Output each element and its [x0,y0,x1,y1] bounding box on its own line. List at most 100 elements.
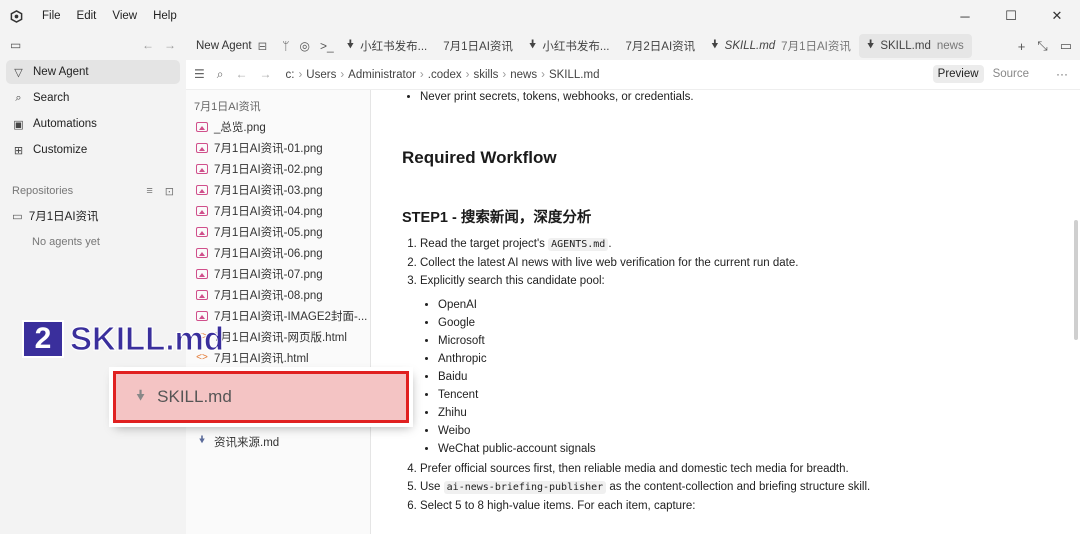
tab-label: 小红书发布... [360,41,428,53]
pool-item: Tencent [438,386,1080,404]
markdown-file-icon: 🠟 [198,435,206,446]
branch-icon[interactable]: ᛘ [277,39,294,53]
breadcrumb-item[interactable]: news [510,69,537,81]
bullet-item: Never print secrets, tokens, webhooks, o… [420,90,1080,106]
sidebar-item-search[interactable]: ⌕ Search [6,86,180,110]
tab-july1-news[interactable]: 7月1日AI资讯 [435,34,521,58]
tab-label: 7月2日AI资讯 [625,41,696,53]
search-icon: ⌕ [15,91,22,104]
file-item[interactable]: 7月1日AI资讯-02.png [186,158,370,179]
pool-item: Weibo [438,422,1080,440]
search-icon[interactable]: ⌕ [217,67,224,82]
source-toggle[interactable]: Source [988,65,1034,83]
tab-label: SKILL.md [880,40,931,52]
step-item: Explicitly search this candidate pool: [420,272,1080,290]
tab-bar: New Agent ⊟ ᛘ ◎ >_ 🠟 小红书发布... 7月1日AI资讯 🠟… [186,32,1080,60]
tab-skill-md-news[interactable]: 🠟 SKILL.md news [858,34,972,58]
collapse-icon[interactable]: ⤡ [1037,38,1047,54]
file-item[interactable]: 7月1日AI资讯-08.png [186,284,370,305]
pool-item: OpenAI [438,296,1080,314]
list-icon[interactable]: ☰ [194,67,205,82]
file-item[interactable]: 🠟 资讯来源.md [186,431,370,452]
download-icon: 🠟 [711,38,719,51]
annotation-highlight-box: 🠟 SKILL.md [113,371,409,423]
file-item[interactable]: 7月1日AI资讯-06.png [186,242,370,263]
add-tab-icon[interactable]: + [1018,39,1026,54]
breadcrumb-item[interactable]: c: [286,69,295,81]
maximize-button[interactable]: ☐ [988,0,1034,32]
file-name: 7月1日AI资讯-IMAGE2封面-... [214,310,368,323]
heading-step1: STEP1 - 搜索新闻，深度分析 [402,210,592,226]
terminal-icon[interactable]: >_ [315,39,339,53]
heading-required-workflow: Required Workflow [402,148,557,167]
file-item[interactable]: _总览.png [186,116,370,137]
no-agents-text: No agents yet [32,236,100,248]
tab-label: SKILL.md [724,40,776,52]
breadcrumb: c: › Users › Administrator › .codex › skills… [285,68,600,81]
file-name: 7月1日AI资讯-网页版.html [214,331,347,344]
preview-toggle[interactable]: Preview [932,65,984,83]
menu-help[interactable]: Help [145,0,185,32]
file-item[interactable]: 7月1日AI资讯-07.png [186,263,370,284]
file-item[interactable]: 7月1日AI资讯-01.png [186,137,370,158]
breadcrumb-item[interactable]: skills [474,69,499,81]
step-item: Prefer official sources first, then reli… [420,460,1080,478]
back-arrow-icon[interactable]: ← [142,38,154,52]
save-icon[interactable]: ⊟ [258,39,268,53]
tab-xiaohongshu-1[interactable]: 🠟 小红书发布... [339,34,436,58]
download-icon: 🠟 [136,387,146,403]
file-item[interactable]: 7月1日AI资讯-04.png [186,200,370,221]
file-name: 7月1日AI资讯.html [214,352,309,365]
globe-icon[interactable]: ◎ [294,39,314,53]
agent-icon: ▽ [14,66,23,79]
filter-icon[interactable]: ≡ [146,185,152,198]
file-name: 7月1日AI资讯-04.png [214,205,323,218]
breadcrumb-item[interactable]: Users [306,69,336,81]
new-agent-tab[interactable]: New Agent ⊟ [186,39,277,53]
forward-arrow-icon[interactable]: → [260,67,272,82]
pool-item: Anthropic [438,350,1080,368]
annotation-number: 2 [22,320,64,358]
more-options-icon[interactable]: ··· [1056,67,1068,81]
file-name: 资讯来源.md [214,436,280,449]
image-file-icon [196,205,208,216]
menu-view[interactable]: View [104,0,145,32]
file-name: _总览.png [214,121,266,134]
close-button[interactable]: ✕ [1034,0,1080,32]
title-bar: File Edit View Help ─ ☐ ✕ [0,0,1080,32]
pool-item: Zhihu [438,404,1080,422]
download-icon: 🠟 [346,38,355,51]
tab-july2-news[interactable]: 7月2日AI资讯 [618,34,704,58]
annotation-text: SKILL.md [70,320,225,358]
tab-xiaohongshu-2[interactable]: 🠟 小红书发布... [521,34,618,58]
image-file-icon [196,310,208,321]
file-item[interactable]: 7月1日AI资讯-05.png [186,221,370,242]
menu-edit[interactable]: Edit [69,0,105,32]
repositories-header: Repositories ≡ ⊡ [0,180,186,202]
breadcrumb-item[interactable]: Administrator [348,69,416,81]
breadcrumb-item[interactable]: SKILL.md [549,69,600,81]
breadcrumb-item[interactable]: .codex [428,69,462,81]
panel-icon[interactable]: ▭ [1060,38,1072,54]
repo-item[interactable]: ▭ 7月1日AI资讯 [0,204,186,228]
image-file-icon [196,163,208,174]
sidebar-item-automations[interactable]: ▣ Automations [6,112,180,136]
step-item: Use ai-news-briefing-publisher as the co… [420,478,1080,497]
sidebar-item-new-agent[interactable]: ▽ New Agent [6,60,180,84]
menu-file[interactable]: File [34,0,69,32]
sidebar-item-customize[interactable]: ⊞ Customize [6,138,180,162]
add-folder-icon[interactable]: ⊡ [165,185,174,198]
file-name: 7月1日AI资讯-07.png [214,268,323,281]
minimize-button[interactable]: ─ [942,0,988,32]
back-arrow-icon[interactable]: ← [236,67,248,82]
markdown-preview: Never print secrets, tokens, webhooks, o… [372,90,1080,534]
forward-arrow-icon[interactable]: → [164,38,176,52]
file-item[interactable]: 7月1日AI资讯-03.png [186,179,370,200]
image-file-icon [196,226,208,237]
code-skill-name: ai-news-briefing-publisher [443,481,607,494]
tab-label: 7月1日AI资讯 [443,41,513,53]
folder-icon: ▭ [12,211,23,223]
scrollbar[interactable] [1074,220,1078,340]
tab-skill-md-july1[interactable]: 🠟 SKILL.md 7月1日AI资讯 [703,34,859,58]
toggle-sidebar-icon[interactable]: ▭ [10,38,21,52]
